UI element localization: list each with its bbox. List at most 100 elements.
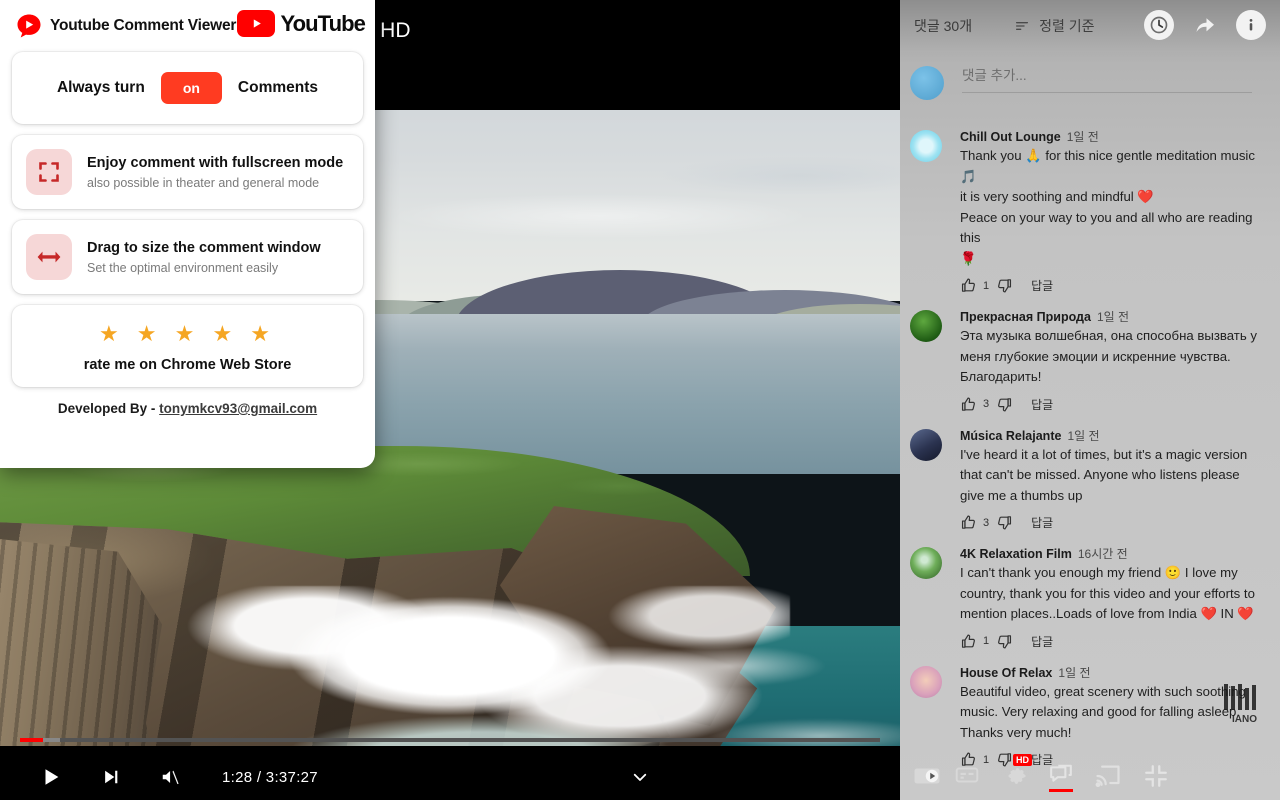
progress-played — [20, 738, 43, 742]
comment-item[interactable]: Прекрасная Природа 1일 전Эта музыка волшебн… — [900, 308, 1280, 413]
mute-button[interactable] — [154, 760, 188, 794]
reply-button[interactable]: 답글 — [1031, 396, 1053, 413]
comment-actions: 1 답글 — [960, 633, 1260, 650]
thumbs-up-icon — [960, 633, 977, 650]
extension-header: Youtube Comment Viewer YouTube — [12, 0, 363, 52]
feature-title: Drag to size the comment window — [87, 240, 321, 256]
feature-resize-card[interactable]: Drag to size the comment window Set the … — [12, 220, 363, 294]
comment-timestamp: 1일 전 — [1067, 427, 1099, 444]
next-button[interactable] — [94, 760, 128, 794]
feature-subtitle: Set the optimal environment easily — [87, 261, 321, 275]
comment-author[interactable]: Прекрасная Природа — [960, 310, 1091, 324]
like-button[interactable]: 3 — [960, 396, 989, 413]
avatar[interactable] — [910, 130, 942, 162]
dislike-button[interactable] — [996, 633, 1013, 650]
sort-by-button[interactable]: 정렬 기준 — [1014, 16, 1094, 36]
comment-author[interactable]: House Of Relax — [960, 666, 1052, 680]
like-count: 1 — [983, 280, 989, 292]
rate-label: rate me on Chrome Web Store — [12, 357, 363, 373]
youtube-play-icon — [237, 10, 275, 37]
avatar[interactable] — [910, 666, 942, 698]
toggle-prefix-label: Always turn — [57, 79, 145, 97]
avatar[interactable] — [910, 429, 942, 461]
rate-card[interactable]: ★ ★ ★ ★ ★ rate me on Chrome Web Store — [12, 305, 363, 387]
reply-button[interactable]: 답글 — [1031, 514, 1053, 531]
comment-actions: 1 답글 — [960, 277, 1260, 294]
play-button[interactable] — [34, 760, 68, 794]
comment-item[interactable]: 4K Relaxation Film 16시간 전I can't thank yo… — [900, 545, 1280, 650]
progress-bar[interactable] — [20, 738, 880, 742]
cast-button[interactable] — [1090, 758, 1126, 794]
thumbs-down-icon — [996, 277, 1013, 294]
comment-item[interactable]: Chill Out Lounge 1일 전Thank you 🙏 for this… — [900, 128, 1280, 294]
comment-text: Thank you 🙏 for this nice gentle meditat… — [960, 146, 1260, 269]
thumbs-up-icon — [960, 396, 977, 413]
like-count: 1 — [983, 635, 989, 647]
thumbs-down-icon — [996, 633, 1013, 650]
extension-popup[interactable]: Youtube Comment Viewer YouTube Always tu… — [0, 0, 375, 468]
add-comment-row[interactable] — [900, 62, 1280, 118]
exit-fullscreen-button[interactable] — [1138, 758, 1174, 794]
reply-button[interactable]: 답글 — [1031, 633, 1053, 650]
reply-button[interactable]: 답글 — [1031, 277, 1053, 294]
star-rating-icon[interactable]: ★ ★ ★ ★ ★ — [12, 321, 363, 347]
comment-item[interactable]: Música Relajante 1일 전I've heard it a lot … — [900, 427, 1280, 532]
subtitles-button[interactable] — [950, 758, 984, 792]
toggle-state-button[interactable]: on — [161, 72, 222, 104]
comment-text: I can't thank you enough my friend 🙂 I l… — [960, 563, 1260, 625]
sidebar-header: 댓글 30개 정렬 기준 — [900, 0, 1280, 52]
avatar[interactable] — [910, 310, 942, 342]
youtube-wordmark: YouTube — [280, 11, 365, 37]
comment-sidebar[interactable]: 댓글 30개 정렬 기준 — [900, 0, 1280, 800]
header-actions — [1144, 10, 1266, 40]
thumbs-up-icon — [960, 514, 977, 531]
like-button[interactable]: 1 — [960, 633, 989, 650]
comment-count-label: 댓글 30개 — [914, 16, 972, 36]
feature-fullscreen-card[interactable]: Enjoy comment with fullscreen mode also … — [12, 135, 363, 209]
collapse-chevron-icon[interactable] — [625, 764, 655, 790]
extension-title: Youtube Comment Viewer — [50, 17, 236, 35]
comment-actions: 3 답글 — [960, 396, 1260, 413]
dislike-button[interactable] — [996, 277, 1013, 294]
comment-text: I've heard it a lot of times, but it's a… — [960, 445, 1260, 507]
dislike-button[interactable] — [996, 514, 1013, 531]
thumbs-up-icon — [960, 277, 977, 294]
hd-badge: HD — [1013, 754, 1032, 766]
comment-actions: 3 답글 — [960, 514, 1260, 531]
like-count: 3 — [983, 398, 989, 410]
comment-author[interactable]: 4K Relaxation Film — [960, 547, 1072, 561]
add-comment-underline — [962, 92, 1252, 93]
developer-email-link[interactable]: tonymkcv93@gmail.com — [159, 401, 317, 416]
always-on-comments-card: Always turn on Comments — [12, 52, 363, 124]
comment-text: Эта музыка волшебная, она способна вызва… — [960, 326, 1260, 388]
add-comment-input[interactable] — [962, 62, 1252, 92]
thumbs-down-icon — [996, 514, 1013, 531]
like-count: 3 — [983, 517, 989, 529]
avatar[interactable] — [910, 547, 942, 579]
avatar — [910, 66, 944, 100]
history-icon[interactable] — [1144, 10, 1174, 40]
comment-author[interactable]: Chill Out Lounge — [960, 130, 1061, 144]
youtube-brand: YouTube — [237, 10, 365, 37]
thumbs-down-icon — [996, 396, 1013, 413]
toggle-suffix-label: Comments — [238, 79, 318, 97]
miniplayer-button[interactable] — [906, 756, 948, 796]
comment-text: Beautiful video, great scenery with such… — [960, 682, 1260, 744]
comment-timestamp: 1일 전 — [1067, 128, 1099, 145]
comment-timestamp: 16시간 전 — [1078, 545, 1128, 562]
fullscreen-icon — [26, 149, 72, 195]
settings-button[interactable]: HD — [995, 756, 1035, 796]
feature-title: Enjoy comment with fullscreen mode — [87, 155, 343, 171]
player-controls[interactable]: 1:28 / 3:37:27 — [0, 746, 900, 800]
sort-by-label: 정렬 기준 — [1039, 16, 1094, 36]
comment-author[interactable]: Música Relajante — [960, 429, 1061, 443]
share-icon[interactable] — [1190, 10, 1220, 40]
info-icon[interactable] — [1236, 10, 1266, 40]
like-button[interactable]: 3 — [960, 514, 989, 531]
resize-horizontal-icon — [26, 234, 72, 280]
comment-timestamp: 1일 전 — [1097, 308, 1129, 325]
theater-mode-button[interactable] — [1040, 756, 1082, 798]
wave-foam-secondary — [640, 626, 900, 746]
dislike-button[interactable] — [996, 396, 1013, 413]
like-button[interactable]: 1 — [960, 277, 989, 294]
